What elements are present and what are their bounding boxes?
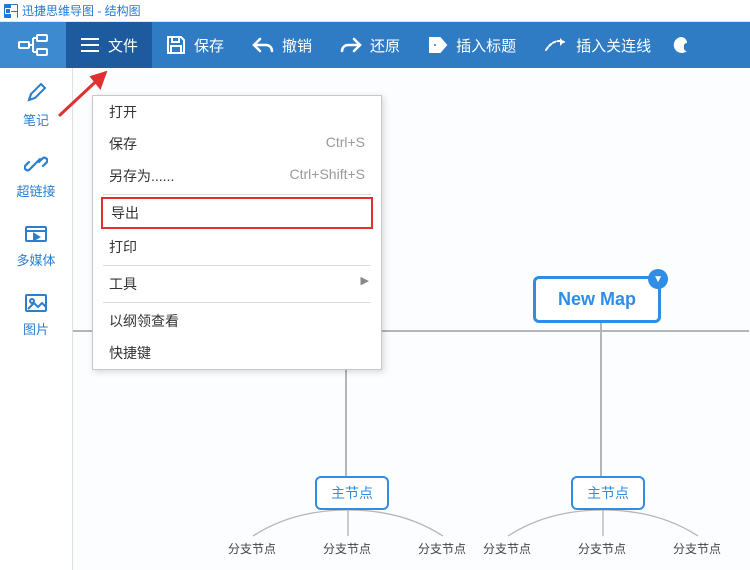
leaf-label: 分支节点 xyxy=(673,542,721,556)
sidebar-note[interactable]: 笔记 xyxy=(0,68,72,139)
sidebar-link-label: 超链接 xyxy=(16,181,55,200)
leaf-node[interactable]: 分支节点 xyxy=(228,540,276,557)
palette-button[interactable] xyxy=(665,22,697,68)
file-dropdown: 打开 保存 Ctrl+S 另存为...... Ctrl+Shift+S 导出 打… xyxy=(92,95,382,370)
leaf-label: 分支节点 xyxy=(578,542,626,556)
file-menu-button[interactable]: 文件 xyxy=(66,22,152,68)
insert-title-button[interactable]: 插入标题 xyxy=(414,22,530,68)
menu-label: 快捷键 xyxy=(109,343,151,363)
insert-relation-button[interactable]: 插入关连线 xyxy=(530,22,665,68)
leaf-node[interactable]: 分支节点 xyxy=(323,540,371,557)
insert-relation-label: 插入关连线 xyxy=(576,35,651,56)
image-icon xyxy=(24,293,48,313)
menu-shortcut: Ctrl+S xyxy=(326,134,365,154)
window-title: 迅捷思维导图 - 结构图 xyxy=(22,2,141,19)
app-icon xyxy=(4,4,18,18)
menu-shortcut: Ctrl+Shift+S xyxy=(290,166,365,186)
menu-label: 保存 xyxy=(109,134,137,154)
file-label: 文件 xyxy=(108,35,138,56)
main-node[interactable]: 主节点 xyxy=(571,476,645,510)
leaf-node[interactable]: 分支节点 xyxy=(673,540,721,557)
sidebar-media[interactable]: 多媒体 xyxy=(0,210,72,279)
menu-divider xyxy=(103,302,371,303)
save-label: 保存 xyxy=(194,35,224,56)
left-sidebar: 笔记 超链接 多媒体 图片 xyxy=(0,68,73,570)
undo-button[interactable]: 撤销 xyxy=(238,22,326,68)
main-node[interactable]: 主节点 xyxy=(315,476,389,510)
title-bar: 迅捷思维导图 - 结构图 xyxy=(0,0,750,22)
connector xyxy=(233,504,463,544)
undo-icon xyxy=(252,36,274,54)
menu-open[interactable]: 打开 xyxy=(93,96,381,128)
menu-label: 打开 xyxy=(109,102,137,122)
leaf-node[interactable]: 分支节点 xyxy=(483,540,531,557)
sidebar-image[interactable]: 图片 xyxy=(0,279,72,348)
menu-export[interactable]: 导出 xyxy=(101,197,373,229)
sidebar-hyperlink[interactable]: 超链接 xyxy=(0,139,72,210)
media-icon xyxy=(24,224,48,244)
menu-save-as[interactable]: 另存为...... Ctrl+Shift+S xyxy=(93,160,381,192)
menu-label: 以纲领查看 xyxy=(109,311,179,331)
leaf-label: 分支节点 xyxy=(323,542,371,556)
leaf-label: 分支节点 xyxy=(483,542,531,556)
save-icon xyxy=(166,35,186,55)
menu-tools[interactable]: 工具 ▶ xyxy=(93,268,381,300)
pencil-icon xyxy=(25,82,47,104)
relation-icon xyxy=(544,36,568,54)
main-node-label: 主节点 xyxy=(587,483,629,503)
leaf-label: 分支节点 xyxy=(418,542,466,556)
menu-label: 工具 xyxy=(109,274,137,294)
root-label: New Map xyxy=(558,289,636,310)
root-node[interactable]: New Map ▼ xyxy=(533,276,661,323)
leaf-label: 分支节点 xyxy=(228,542,276,556)
leaf-node[interactable]: 分支节点 xyxy=(578,540,626,557)
palette-icon xyxy=(673,35,689,55)
link-icon xyxy=(24,153,48,175)
redo-button[interactable]: 还原 xyxy=(326,22,414,68)
chevron-right-icon: ▶ xyxy=(361,274,369,287)
leaf-node[interactable]: 分支节点 xyxy=(418,540,466,557)
menu-label: 另存为...... xyxy=(109,166,174,186)
redo-label: 还原 xyxy=(370,35,400,56)
menu-divider xyxy=(103,194,371,195)
insert-title-label: 插入标题 xyxy=(456,35,516,56)
sidebar-media-label: 多媒体 xyxy=(16,250,55,269)
menu-save[interactable]: 保存 Ctrl+S xyxy=(93,128,381,160)
save-button[interactable]: 保存 xyxy=(152,22,238,68)
redo-icon xyxy=(340,36,362,54)
collapse-toggle-icon[interactable]: ▼ xyxy=(648,269,668,289)
undo-label: 撤销 xyxy=(282,35,312,56)
tag-icon xyxy=(428,36,448,54)
main-toolbar: 文件 保存 撤销 还原 插入标题 xyxy=(0,22,750,68)
menu-label: 导出 xyxy=(111,203,139,223)
menu-label: 打印 xyxy=(109,237,137,257)
menu-outline-view[interactable]: 以纲领查看 xyxy=(93,305,381,337)
menu-shortcuts[interactable]: 快捷键 xyxy=(93,337,381,369)
connector xyxy=(488,504,718,544)
home-button[interactable] xyxy=(0,22,66,68)
menu-divider xyxy=(103,265,371,266)
menu-icon xyxy=(80,37,100,53)
menu-print[interactable]: 打印 xyxy=(93,231,381,263)
connector xyxy=(600,330,602,478)
sidebar-note-label: 笔记 xyxy=(23,110,49,129)
mindmap-icon xyxy=(18,34,48,56)
sidebar-image-label: 图片 xyxy=(23,319,49,338)
main-node-label: 主节点 xyxy=(331,483,373,503)
